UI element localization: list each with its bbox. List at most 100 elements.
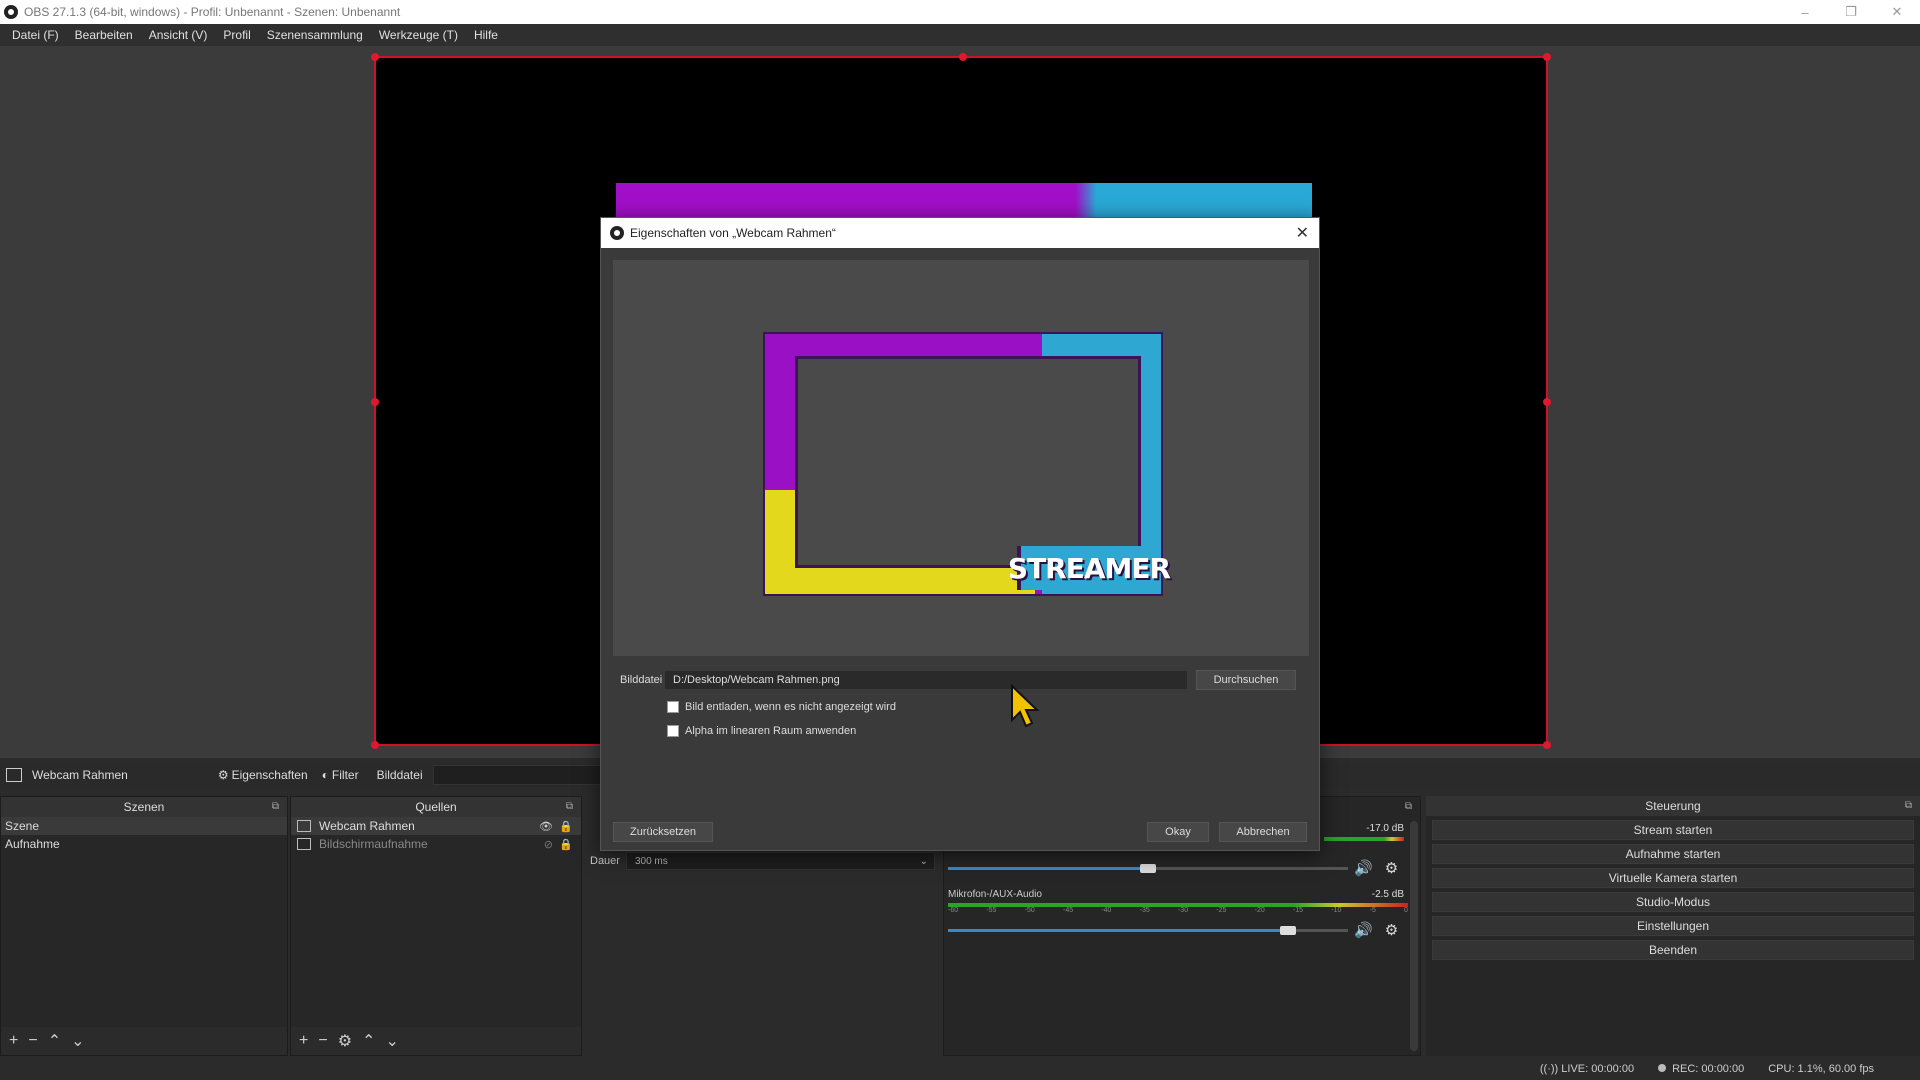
undock-icon[interactable]: ⧉ <box>1405 801 1412 812</box>
chevron-down-icon: ⌄ <box>919 855 928 867</box>
image-file-label: Bilddatei <box>376 768 423 782</box>
source-item-webcam-rahmen[interactable]: Webcam Rahmen 👁 🔒 <box>291 817 581 835</box>
properties-dialog: Eigenschaften von „Webcam Rahmen“ ✕ STRE… <box>600 217 1320 851</box>
ok-button[interactable]: Okay <box>1147 822 1209 842</box>
resize-handle-left[interactable] <box>371 398 379 406</box>
minimize-button[interactable]: – <box>1782 0 1828 24</box>
broadcast-icon: ((·)) <box>1539 1063 1559 1075</box>
undock-icon[interactable]: ⧉ <box>566 801 573 812</box>
speaker-icon[interactable]: 🔊 <box>1354 859 1373 877</box>
browse-button[interactable]: Durchsuchen <box>1196 670 1296 690</box>
resize-handle-top[interactable] <box>959 53 967 61</box>
reset-button[interactable]: Zurücksetzen <box>613 822 713 842</box>
dialog-image-preview: STREAMER <box>613 260 1309 656</box>
duration-label: Dauer <box>590 855 620 867</box>
remove-scene-icon[interactable]: − <box>28 1032 37 1050</box>
meter-ticks: -60 -55 -50 -45 -40 -35 -30 -25 -20 -15 -10 -5 0 <box>948 907 1408 914</box>
channel-2-volume-fill <box>948 929 1288 932</box>
add-source-icon[interactable]: + <box>299 1032 308 1050</box>
window-controls: – ❐ ✕ <box>1782 0 1920 24</box>
cancel-button[interactable]: Abbrechen <box>1219 822 1307 842</box>
move-down-icon[interactable]: ⌄ <box>385 1031 398 1051</box>
resize-handle-bottom-left[interactable] <box>371 741 379 749</box>
unload-image-checkbox[interactable] <box>667 701 679 713</box>
gear-icon: ⚙ <box>217 768 229 782</box>
duration-spinbox[interactable]: 300 ms ⌄ <box>625 852 935 870</box>
filter-button[interactable]: ◐ Filter <box>322 768 359 782</box>
filter-icon: ◐ <box>321 768 329 782</box>
window-titlebar: OBS 27.1.3 (64-bit, windows) - Profil: U… <box>0 0 1920 24</box>
studio-mode-button[interactable]: Studio-Modus <box>1432 892 1914 912</box>
record-dot-icon <box>1658 1064 1667 1072</box>
settings-button[interactable]: Einstellungen <box>1432 916 1914 936</box>
channel-2-name: Mikrofon-/AUX-Audio <box>948 889 1042 900</box>
window-title: OBS 27.1.3 (64-bit, windows) - Profil: U… <box>24 5 401 19</box>
channel-1-volume-knob[interactable] <box>1140 864 1156 873</box>
menu-profil[interactable]: Profil <box>215 28 258 42</box>
webcam-frame-image: STREAMER <box>763 332 1171 596</box>
menu-werkzeuge[interactable]: Werkzeuge (T) <box>371 28 466 42</box>
add-scene-icon[interactable]: + <box>9 1032 18 1050</box>
hidden-eye-icon[interactable]: ⊘ <box>544 838 553 851</box>
resize-handle-top-right[interactable] <box>1543 53 1551 61</box>
channel-2-volume-knob[interactable] <box>1280 926 1296 935</box>
gear-icon[interactable]: ⚙ <box>1385 859 1398 877</box>
scene-item-szene[interactable]: Szene <box>1 817 287 835</box>
scenes-toolbar: + − ⌃ ⌄ <box>1 1027 287 1055</box>
image-file-path-input[interactable]: D:/Desktop/Webcam Rahmen.png <box>664 670 1188 690</box>
image-source-icon <box>297 820 311 832</box>
source-settings-gear-icon[interactable]: ⚙ <box>338 1031 352 1051</box>
streamer-badge: STREAMER <box>1008 546 1171 590</box>
channel-2-icons: 🔊 ⚙ <box>1354 921 1398 939</box>
sources-dock: Quellen ⧉ Webcam Rahmen 👁 🔒 Bildschirmau… <box>290 796 582 1056</box>
image-file-field[interactable] <box>432 765 613 785</box>
scenes-dock: Szenen ⧉ Szene Aufnahme + − ⌃ ⌄ <box>0 796 288 1056</box>
close-icon[interactable]: ✕ <box>1296 223 1309 243</box>
channel-2-meter: -60 -55 -50 -45 -40 -35 -30 -25 -20 -15 -10 -5 0 <box>948 903 1408 917</box>
status-bar: ((·)) LIVE: 00:00:00 REC: 00:00:00 CPU: … <box>0 1058 1920 1080</box>
resize-handle-right[interactable] <box>1543 398 1551 406</box>
lock-icon[interactable]: 🔒 <box>559 820 573 833</box>
transition-duration-row: Dauer 300 ms ⌄ <box>590 850 935 872</box>
scene-item-aufnahme[interactable]: Aufnahme <box>1 835 287 853</box>
linear-alpha-checkbox[interactable] <box>667 725 679 737</box>
mouse-cursor-icon <box>1011 684 1040 728</box>
live-status: ((·)) LIVE: 00:00:00 <box>1539 1063 1635 1075</box>
maximize-button[interactable]: ❐ <box>1828 0 1874 24</box>
menu-datei[interactable]: Datei (F) <box>4 28 67 42</box>
channel-1-volume-fill <box>948 867 1148 870</box>
menu-ansicht[interactable]: Ansicht (V) <box>141 28 216 42</box>
undock-icon[interactable]: ⧉ <box>272 801 279 812</box>
channel-1-db: -17.0 dB <box>1366 823 1404 834</box>
lock-icon[interactable]: 🔒 <box>559 838 573 851</box>
exit-button[interactable]: Beenden <box>1432 940 1914 960</box>
unload-image-checkbox-row[interactable]: Bild entladen, wenn es nicht angezeigt w… <box>667 698 896 716</box>
speaker-icon[interactable]: 🔊 <box>1354 921 1373 939</box>
start-virtual-camera-button[interactable]: Virtuelle Kamera starten <box>1432 868 1914 888</box>
remove-source-icon[interactable]: − <box>318 1032 327 1050</box>
move-up-icon[interactable]: ⌃ <box>362 1031 375 1051</box>
obs-logo-icon <box>4 5 18 19</box>
gear-icon[interactable]: ⚙ <box>1385 921 1398 939</box>
visibility-eye-icon[interactable]: 👁 <box>539 820 553 833</box>
mixer-scrollbar[interactable] <box>1410 821 1418 1051</box>
image-file-label: Bilddatei <box>620 674 663 686</box>
start-recording-button[interactable]: Aufnahme starten <box>1432 844 1914 864</box>
move-up-icon[interactable]: ⌃ <box>48 1031 61 1051</box>
channel-1-meter <box>1324 837 1404 841</box>
webcam-frame-source-preview[interactable] <box>616 183 1312 219</box>
properties-button[interactable]: ⚙ Eigenschaften <box>218 768 308 782</box>
move-down-icon[interactable]: ⌄ <box>71 1031 84 1051</box>
menu-szenensammlung[interactable]: Szenensammlung <box>259 28 371 42</box>
undock-icon[interactable]: ⧉ <box>1905 800 1912 811</box>
linear-alpha-checkbox-row[interactable]: Alpha im linearen Raum anwenden <box>667 722 856 740</box>
rec-status: REC: 00:00:00 <box>1658 1063 1744 1075</box>
source-item-bildschirmaufnahme[interactable]: Bildschirmaufnahme ⊘ 🔒 <box>291 835 581 853</box>
sources-toolbar: + − ⚙ ⌃ ⌄ <box>291 1027 581 1055</box>
close-window-button[interactable]: ✕ <box>1874 0 1920 24</box>
resize-handle-bottom-right[interactable] <box>1543 741 1551 749</box>
menu-bearbeiten[interactable]: Bearbeiten <box>67 28 141 42</box>
start-stream-button[interactable]: Stream starten <box>1432 820 1914 840</box>
resize-handle-top-left[interactable] <box>371 53 379 61</box>
menu-hilfe[interactable]: Hilfe <box>466 28 506 42</box>
